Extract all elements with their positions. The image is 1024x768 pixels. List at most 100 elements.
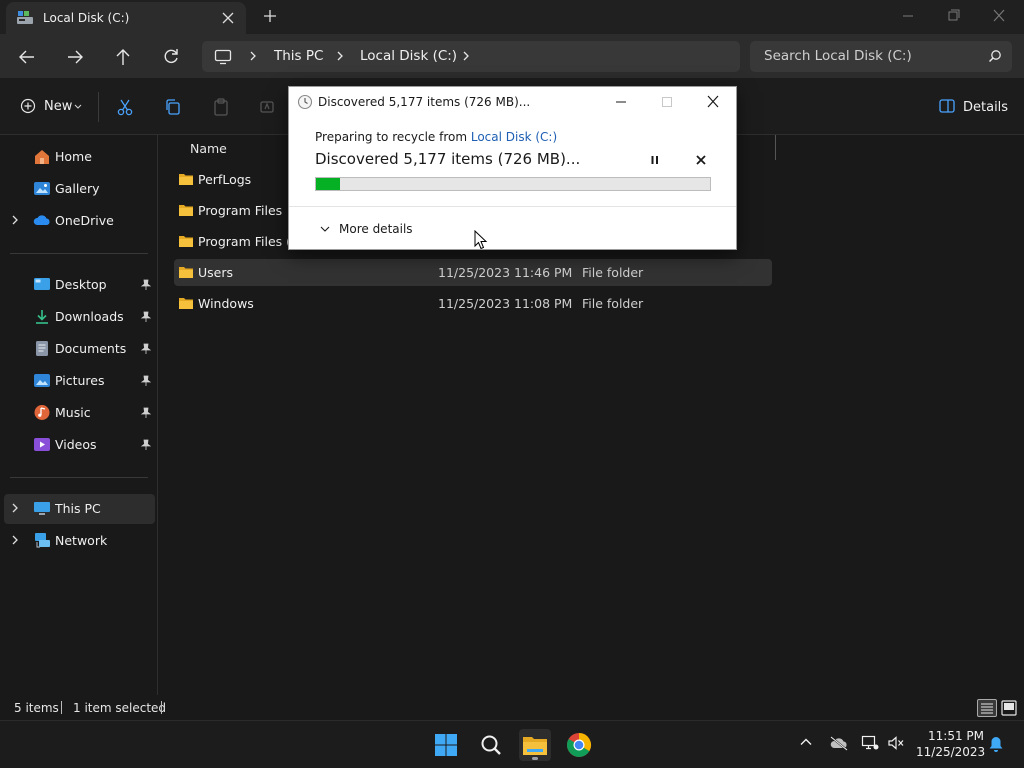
sidebar-label: Music [55,405,91,420]
cloud-offline-icon[interactable] [829,735,849,751]
row-date: 11/25/2023 11:46 PM [438,265,573,280]
sidebar-label: OneDrive [55,213,114,228]
chevron-down-icon [320,226,330,233]
recycle-progress-dialog: Discovered 5,177 items (726 MB)... Prepa… [288,86,737,250]
row-name: Windows [198,296,254,311]
sidebar-item-videos[interactable]: Videos [4,430,155,460]
chevron-down-icon [74,104,82,110]
close-icon[interactable] [702,93,724,111]
forward-icon[interactable] [64,46,86,68]
more-details-label: More details [339,222,413,236]
start-icon[interactable] [430,729,462,761]
cut-icon[interactable] [115,97,135,117]
details-view-icon[interactable] [977,699,997,717]
drive-icon [16,10,34,26]
pause-icon[interactable] [647,152,663,168]
window-close-icon[interactable] [989,8,1009,24]
address-bar-row: This PC Local Disk (C:) Search Local Dis… [0,34,1024,78]
status-item-count: 5 items [14,701,59,715]
copy-icon[interactable] [163,97,183,117]
plus-icon[interactable] [262,8,278,24]
network-status-icon[interactable] [861,735,879,751]
sidebar-item-pictures[interactable]: Pictures [4,366,155,396]
dialog-title: Discovered 5,177 items (726 MB)... [318,95,531,109]
pin-icon[interactable] [141,439,151,451]
source-link[interactable]: Local Disk (C:) [471,130,557,144]
refresh-icon[interactable] [160,46,182,68]
breadcrumb-local-disk[interactable]: Local Disk (C:) [360,48,457,64]
pin-icon[interactable] [141,279,151,291]
pin-icon[interactable] [141,375,151,387]
chevron-right-icon[interactable] [11,503,19,513]
pictures-icon [33,372,51,389]
sidebar-label: Gallery [55,181,100,196]
row-type: File folder [582,265,644,280]
table-row-selected[interactable]: Users 11/25/2023 11:46 PM File folder [174,259,772,286]
videos-icon [33,436,51,453]
pin-icon[interactable] [141,311,151,323]
search-input[interactable]: Search Local Disk (C:) [750,41,1012,72]
address-box[interactable]: This PC Local Disk (C:) [202,41,740,72]
sidebar-label: Network [55,533,108,548]
search-icon [988,49,1002,63]
sidebar-item-documents[interactable]: Documents [4,334,155,364]
pin-icon[interactable] [141,407,151,419]
dialog-divider [289,206,736,207]
table-row[interactable]: Windows 11/25/2023 11:08 PM File folder [174,290,772,317]
details-label: Details [963,100,1009,115]
volume-muted-icon[interactable] [887,735,905,751]
file-explorer-icon[interactable] [519,729,551,761]
search-icon[interactable] [475,729,507,761]
sidebar-item-music[interactable]: Music [4,398,155,428]
status-separator [61,701,62,714]
sidebar-item-network[interactable]: Network [4,526,155,556]
minimize-icon[interactable] [898,8,918,24]
sidebar-item-onedrive[interactable]: OneDrive [4,206,155,236]
chevron-right-icon[interactable] [11,535,19,545]
tiles-view-icon[interactable] [1000,699,1018,717]
search-placeholder: Search Local Disk (C:) [764,48,912,64]
folder-icon [178,203,194,217]
column-divider[interactable] [775,135,776,160]
chrome-icon[interactable] [563,729,595,761]
chevron-up-icon[interactable] [799,735,813,749]
downloads-icon [33,308,51,325]
up-icon[interactable] [112,46,134,68]
restore-icon[interactable] [943,8,963,24]
title-bar: Local Disk (C:) [0,0,1024,34]
minimize-icon[interactable] [611,95,631,109]
tab-local-disk[interactable]: Local Disk (C:) [6,2,246,34]
dialog-title-bar[interactable]: Discovered 5,177 items (726 MB)... [289,87,736,117]
sidebar-divider [10,253,148,254]
sidebar-item-home[interactable]: Home [4,142,155,172]
breadcrumb-this-pc[interactable]: This PC [274,48,323,64]
chevron-right-icon[interactable] [461,50,471,62]
more-details-toggle[interactable]: More details [317,221,427,239]
close-icon[interactable] [220,10,236,26]
notification-bell-icon[interactable] [988,735,1004,753]
new-button[interactable]: New [14,96,86,118]
details-button[interactable]: Details [936,96,1016,118]
folder-icon [178,296,194,310]
home-icon [33,148,51,165]
clock-time[interactable]: 11:51 PM [928,729,984,743]
row-date: 11/25/2023 11:08 PM [438,296,573,311]
desktop-icon [33,276,51,292]
cancel-icon[interactable] [693,152,709,168]
clock-icon [297,94,313,110]
sidebar-item-downloads[interactable]: Downloads [4,302,155,332]
details-pane-icon [939,99,955,113]
sidebar-item-this-pc[interactable]: This PC [4,494,155,524]
preparing-prefix: Preparing to recycle from [315,130,471,144]
pin-icon[interactable] [141,343,151,355]
sidebar-item-gallery[interactable]: Gallery [4,174,155,204]
back-icon[interactable] [16,46,38,68]
music-icon [33,404,51,421]
folder-icon [178,172,194,186]
sidebar-label: Pictures [55,373,105,388]
column-header-name[interactable]: Name [190,141,227,156]
sidebar-item-desktop[interactable]: Desktop [4,270,155,300]
chevron-right-icon[interactable] [11,215,19,225]
sidebar-label: This PC [55,501,101,516]
clock-date[interactable]: 11/25/2023 [916,745,985,759]
